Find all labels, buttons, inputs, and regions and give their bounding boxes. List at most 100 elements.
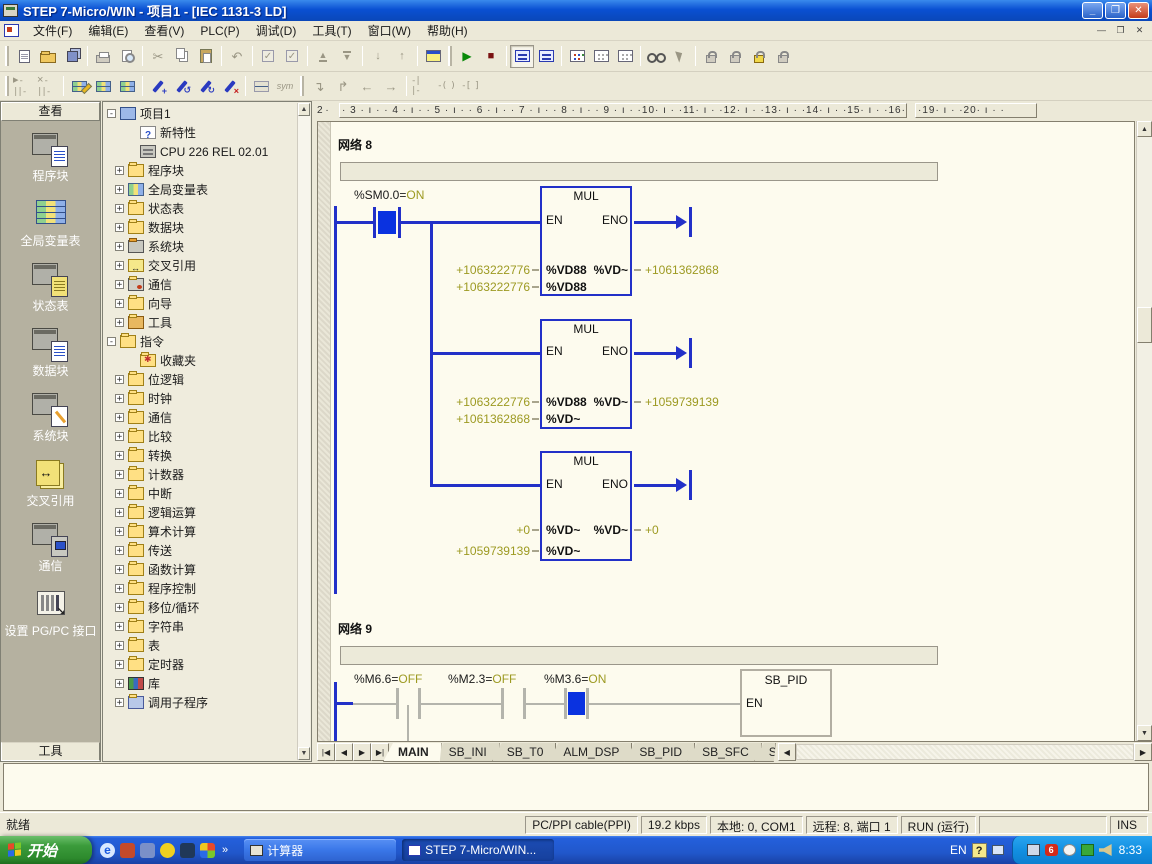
expand-toggle[interactable] bbox=[115, 166, 124, 175]
line-down-button[interactable]: ↴ bbox=[307, 75, 331, 98]
undo-button[interactable]: ↶ bbox=[225, 45, 249, 68]
chevron-icon[interactable]: » bbox=[220, 844, 230, 856]
status-chart-button[interactable] bbox=[565, 45, 589, 68]
language-indicator[interactable]: EN bbox=[950, 843, 967, 857]
toolbar-grip[interactable] bbox=[5, 46, 9, 66]
toolbar-grip[interactable] bbox=[5, 76, 9, 96]
network-8-title[interactable]: 网络 8 bbox=[338, 136, 372, 153]
menu-tools[interactable]: 工具(T) bbox=[304, 20, 359, 41]
unforce-all-button[interactable] bbox=[771, 45, 795, 68]
tree-item-communications[interactable]: 通信 bbox=[105, 275, 296, 294]
tree-item-cross-reference[interactable]: 交叉引用 bbox=[105, 256, 296, 275]
stop-button[interactable]: ■ bbox=[479, 45, 503, 68]
program-status-button[interactable] bbox=[510, 45, 534, 68]
expand-toggle[interactable] bbox=[115, 679, 124, 688]
tree-item-convert[interactable]: 转换 bbox=[105, 446, 296, 465]
media-player-icon[interactable] bbox=[140, 843, 155, 858]
tree-item-function-math[interactable]: 函数计算 bbox=[105, 560, 296, 579]
sidebar-item-global-variable-table[interactable]: 全局变量表 bbox=[3, 198, 99, 248]
tree-item-libraries[interactable]: 库 bbox=[105, 674, 296, 693]
scroll-up-arrow[interactable]: ▲ bbox=[1137, 121, 1152, 137]
menu-help[interactable]: 帮助(H) bbox=[419, 20, 476, 41]
options-button[interactable] bbox=[421, 45, 445, 68]
tree-item-data-block[interactable]: 数据块 bbox=[105, 218, 296, 237]
tree-item-bit-logic[interactable]: 位逻辑 bbox=[105, 370, 296, 389]
tree-item-call-subroutines[interactable]: 调用子程序 bbox=[105, 693, 296, 712]
tree-item-communications-instr[interactable]: 通信 bbox=[105, 408, 296, 427]
tab-sb-ini[interactable]: SB_INI bbox=[434, 743, 500, 762]
tree-item-instructions[interactable]: 指令 bbox=[105, 332, 296, 351]
line-right-button[interactable]: → bbox=[379, 75, 403, 98]
line-up-button[interactable]: ↱ bbox=[331, 75, 355, 98]
tree-item-interrupt[interactable]: 中断 bbox=[105, 484, 296, 503]
task-button-step7[interactable]: STEP 7-Micro/WIN... bbox=[402, 839, 554, 861]
first-tab-button[interactable]: |◀ bbox=[317, 743, 335, 761]
tree-scrollbar[interactable]: ▲ ▼ bbox=[297, 103, 310, 760]
menu-debug[interactable]: 调试(D) bbox=[248, 20, 305, 41]
scroll-down-arrow[interactable]: ▼ bbox=[1137, 725, 1152, 741]
start-button[interactable]: 开始 bbox=[0, 836, 92, 864]
tree-item-cpu[interactable]: CPU 226 REL 02.01 bbox=[105, 142, 296, 161]
expand-toggle[interactable] bbox=[115, 508, 124, 517]
tree-item-move[interactable]: 传送 bbox=[105, 541, 296, 560]
tree-item-project[interactable]: 项目1 bbox=[105, 104, 296, 123]
run-button[interactable]: ▶ bbox=[455, 45, 479, 68]
expand-toggle[interactable] bbox=[115, 622, 124, 631]
paste-button[interactable] bbox=[194, 45, 218, 68]
tree-item-table[interactable]: 表 bbox=[105, 636, 296, 655]
tree-item-string[interactable]: 字符串 bbox=[105, 617, 296, 636]
box-button[interactable]: -[ ] bbox=[458, 75, 482, 98]
tray-red-app-icon[interactable]: 6 bbox=[1045, 844, 1058, 856]
menu-file[interactable]: 文件(F) bbox=[25, 20, 80, 41]
expand-toggle[interactable] bbox=[115, 242, 124, 251]
editor-vertical-scrollbar[interactable]: ▲ ▼ bbox=[1136, 121, 1152, 741]
new-button[interactable] bbox=[12, 45, 36, 68]
download-button[interactable]: ▼ bbox=[335, 45, 359, 68]
expand-toggle[interactable] bbox=[115, 318, 124, 327]
task-button-calculator[interactable]: 计算器 bbox=[244, 839, 396, 861]
collapse-toggle[interactable] bbox=[107, 337, 116, 346]
quicklaunch-icon-5[interactable] bbox=[180, 843, 195, 858]
upload-button[interactable]: ▲ bbox=[311, 45, 335, 68]
tree-item-status-table[interactable]: 状态表 bbox=[105, 199, 296, 218]
tree-item-program-block[interactable]: 程序块 bbox=[105, 161, 296, 180]
expand-toggle[interactable] bbox=[115, 299, 124, 308]
tree-item-favorites[interactable]: 收藏夹 bbox=[105, 351, 296, 370]
tree-item-logic-operations[interactable]: 逻辑运算 bbox=[105, 503, 296, 522]
mdi-minimize-button[interactable]: — bbox=[1093, 23, 1110, 38]
sidebar-item-communications[interactable]: 通信 bbox=[3, 523, 99, 573]
restore-button[interactable]: ❐ bbox=[1105, 2, 1126, 19]
address-grid-button[interactable] bbox=[115, 75, 139, 98]
sort-descending-button[interactable]: ↑ bbox=[390, 45, 414, 68]
tree-item-tools[interactable]: 工具 bbox=[105, 313, 296, 332]
tree-item-counters[interactable]: 计数器 bbox=[105, 465, 296, 484]
menu-view[interactable]: 查看(V) bbox=[136, 20, 192, 41]
table-dropdown-button[interactable] bbox=[249, 75, 273, 98]
pause-status-chart-button[interactable] bbox=[589, 45, 613, 68]
mdi-child-icon[interactable] bbox=[4, 24, 19, 37]
symbol-table-edit-button[interactable] bbox=[67, 75, 91, 98]
mdi-close-button[interactable]: ✕ bbox=[1131, 23, 1148, 38]
symbol-table-apply-button[interactable] bbox=[91, 75, 115, 98]
tab-sb-sfc[interactable]: SB_SFC bbox=[687, 743, 762, 762]
hscroll-left-arrow[interactable]: ◀ bbox=[778, 743, 796, 761]
tree-item-program-control[interactable]: 程序控制 bbox=[105, 579, 296, 598]
output-window[interactable] bbox=[3, 763, 1149, 811]
compile-all-button[interactable]: ✓ bbox=[280, 45, 304, 68]
expand-toggle[interactable] bbox=[115, 451, 124, 460]
expand-toggle[interactable] bbox=[115, 660, 124, 669]
scroll-thumb[interactable] bbox=[1137, 307, 1152, 343]
tree-item-system-block[interactable]: 系统块 bbox=[105, 237, 296, 256]
network-8-comment[interactable] bbox=[340, 162, 938, 181]
pinwheel-icon[interactable] bbox=[200, 843, 215, 858]
insert-network-button[interactable] bbox=[146, 75, 170, 98]
save-all-button[interactable] bbox=[60, 45, 84, 68]
tools-bar-header[interactable]: 工具 bbox=[1, 742, 100, 761]
mdi-restore-button[interactable]: ❐ bbox=[1112, 23, 1129, 38]
expand-toggle[interactable] bbox=[115, 204, 124, 213]
close-button[interactable]: ✕ bbox=[1128, 2, 1149, 19]
menu-plc[interactable]: PLC(P) bbox=[192, 22, 247, 40]
next-tab-button[interactable]: ▶ bbox=[353, 743, 371, 761]
expand-toggle[interactable] bbox=[115, 223, 124, 232]
hscroll-track[interactable] bbox=[796, 744, 1134, 760]
